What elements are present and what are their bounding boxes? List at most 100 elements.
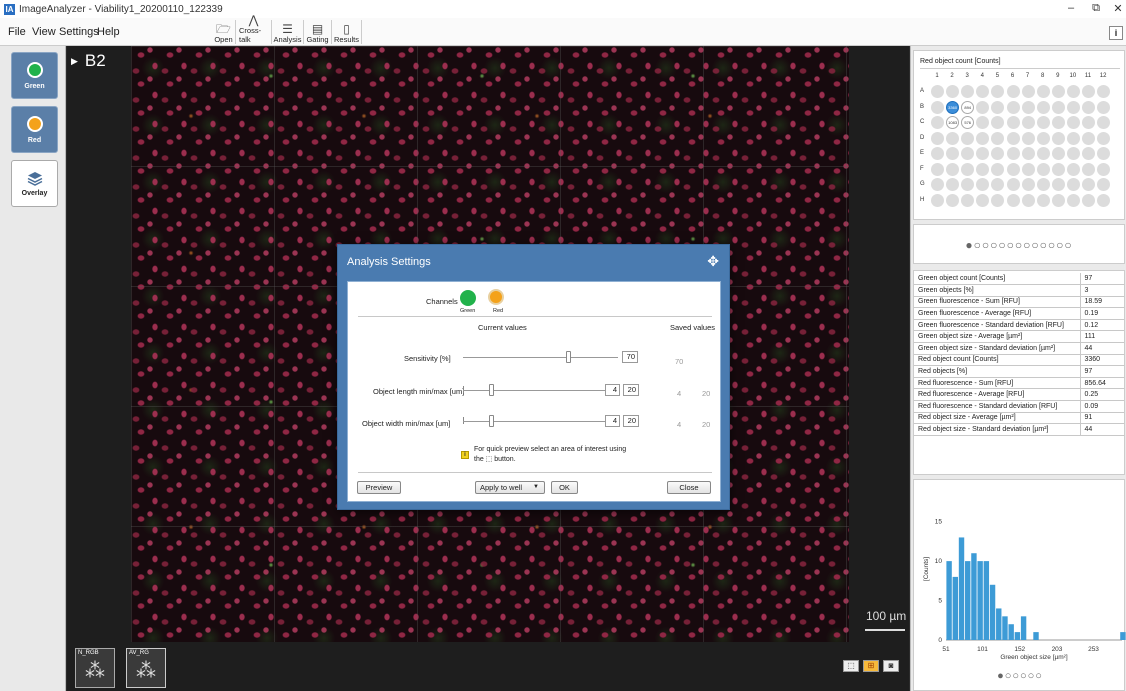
well-e8[interactable] (1036, 147, 1050, 160)
well-c8[interactable] (1036, 116, 1050, 129)
well-b9[interactable] (1051, 100, 1065, 114)
well-a7[interactable] (1021, 85, 1035, 98)
well-a3[interactable] (961, 85, 975, 98)
well-d7[interactable] (1021, 131, 1035, 145)
well-b6[interactable] (1006, 100, 1020, 114)
grid-view-button[interactable]: ⊞ (863, 660, 879, 672)
sensitivity-slider[interactable] (463, 357, 618, 358)
well-b3[interactable]: 894 (961, 100, 975, 114)
well-e12[interactable] (1097, 147, 1111, 160)
well-g6[interactable] (1006, 178, 1020, 191)
well-a1[interactable] (931, 85, 944, 98)
well-b10[interactable] (1066, 100, 1080, 114)
well-a2[interactable] (946, 85, 960, 98)
sensitivity-input[interactable]: 70 (622, 351, 638, 363)
menu-help[interactable]: Help (97, 26, 120, 38)
well-b11[interactable] (1082, 100, 1095, 114)
well-e4[interactable] (976, 147, 990, 160)
well-h10[interactable] (1066, 193, 1080, 207)
well-c1[interactable] (931, 116, 944, 129)
channel-overlay-button[interactable]: Overlay (11, 160, 58, 207)
well-h3[interactable] (961, 193, 975, 207)
well-c7[interactable] (1021, 116, 1035, 129)
well-f3[interactable] (961, 162, 975, 176)
well-e1[interactable] (931, 147, 944, 160)
minimize-button[interactable]: – (1063, 2, 1079, 14)
well-d11[interactable] (1082, 131, 1095, 145)
well-g9[interactable] (1051, 178, 1065, 191)
well-g11[interactable] (1082, 178, 1095, 191)
well-f2[interactable] (946, 162, 960, 176)
well-f12[interactable] (1097, 162, 1111, 176)
gating-button[interactable]: ▤ Gating (304, 20, 332, 44)
well-d1[interactable] (931, 131, 944, 145)
well-d8[interactable] (1036, 131, 1050, 145)
results-button[interactable]: ▯ Results (332, 20, 362, 44)
well-h1[interactable] (931, 193, 944, 207)
well-e7[interactable] (1021, 147, 1035, 160)
menu-settings[interactable]: Settings (59, 26, 99, 38)
menu-file[interactable]: File (8, 26, 26, 38)
well-g3[interactable] (961, 178, 975, 191)
well-b2[interactable]: 3360 (946, 100, 960, 114)
well-b1[interactable] (931, 100, 944, 114)
well-d5[interactable] (991, 131, 1005, 145)
well-c5[interactable] (991, 116, 1005, 129)
thumbnail-av-rg[interactable]: AV_RG ⁂ (126, 648, 166, 688)
well-a5[interactable] (991, 85, 1005, 98)
preview-button[interactable]: Preview (357, 481, 401, 494)
well-g12[interactable] (1097, 178, 1111, 191)
well-d2[interactable] (946, 131, 960, 145)
channel-red-button[interactable]: Red (11, 106, 58, 153)
well-c3[interactable]: 576 (961, 116, 975, 129)
well-h8[interactable] (1036, 193, 1050, 207)
channel-green-button[interactable]: Green (11, 52, 58, 99)
well-b12[interactable] (1097, 100, 1111, 114)
well-c11[interactable] (1082, 116, 1095, 129)
info-button[interactable]: i (1109, 26, 1123, 40)
well-c10[interactable] (1066, 116, 1080, 129)
well-e2[interactable] (946, 147, 960, 160)
well-h9[interactable] (1051, 193, 1065, 207)
well-a6[interactable] (1006, 85, 1020, 98)
green-channel-toggle[interactable] (460, 290, 476, 306)
well-a11[interactable] (1082, 85, 1095, 98)
well-f6[interactable] (1006, 162, 1020, 176)
well-d9[interactable] (1051, 131, 1065, 145)
well-g8[interactable] (1036, 178, 1050, 191)
well-c9[interactable] (1051, 116, 1065, 129)
well-c2[interactable]: 1083 (946, 116, 960, 129)
well-f5[interactable] (991, 162, 1005, 176)
well-h12[interactable] (1097, 193, 1111, 207)
well-a12[interactable] (1097, 85, 1111, 98)
well-label[interactable]: ▶ B2 (71, 51, 106, 71)
close-window-button[interactable]: ✕ (1110, 2, 1126, 15)
well-g7[interactable] (1021, 178, 1035, 191)
menu-view[interactable]: View (32, 26, 56, 38)
well-e5[interactable] (991, 147, 1005, 160)
maximize-button[interactable]: ⧉ (1088, 2, 1104, 15)
well-e11[interactable] (1082, 147, 1095, 160)
move-icon[interactable]: ✥ (707, 253, 719, 270)
well-c12[interactable] (1097, 116, 1111, 129)
camera-icon[interactable]: ◙ (883, 660, 899, 672)
analysis-button[interactable]: ☰ Analysis (272, 20, 304, 44)
well-b7[interactable] (1021, 100, 1035, 114)
well-f11[interactable] (1082, 162, 1095, 176)
well-d10[interactable] (1066, 131, 1080, 145)
width-max-input[interactable]: 20 (623, 415, 639, 427)
well-g1[interactable] (931, 178, 944, 191)
well-a10[interactable] (1066, 85, 1080, 98)
well-h6[interactable] (1006, 193, 1020, 207)
well-f1[interactable] (931, 162, 944, 176)
well-c4[interactable] (976, 116, 990, 129)
length-slider[interactable] (463, 390, 618, 391)
sensitivity-slider-thumb[interactable] (566, 351, 571, 363)
well-h11[interactable] (1082, 193, 1095, 207)
well-a9[interactable] (1051, 85, 1065, 98)
width-slider[interactable] (463, 421, 618, 422)
apply-to-well-dropdown[interactable]: Apply to well ▼ (475, 481, 545, 494)
well-h4[interactable] (976, 193, 990, 207)
well-e6[interactable] (1006, 147, 1020, 160)
well-e9[interactable] (1051, 147, 1065, 160)
